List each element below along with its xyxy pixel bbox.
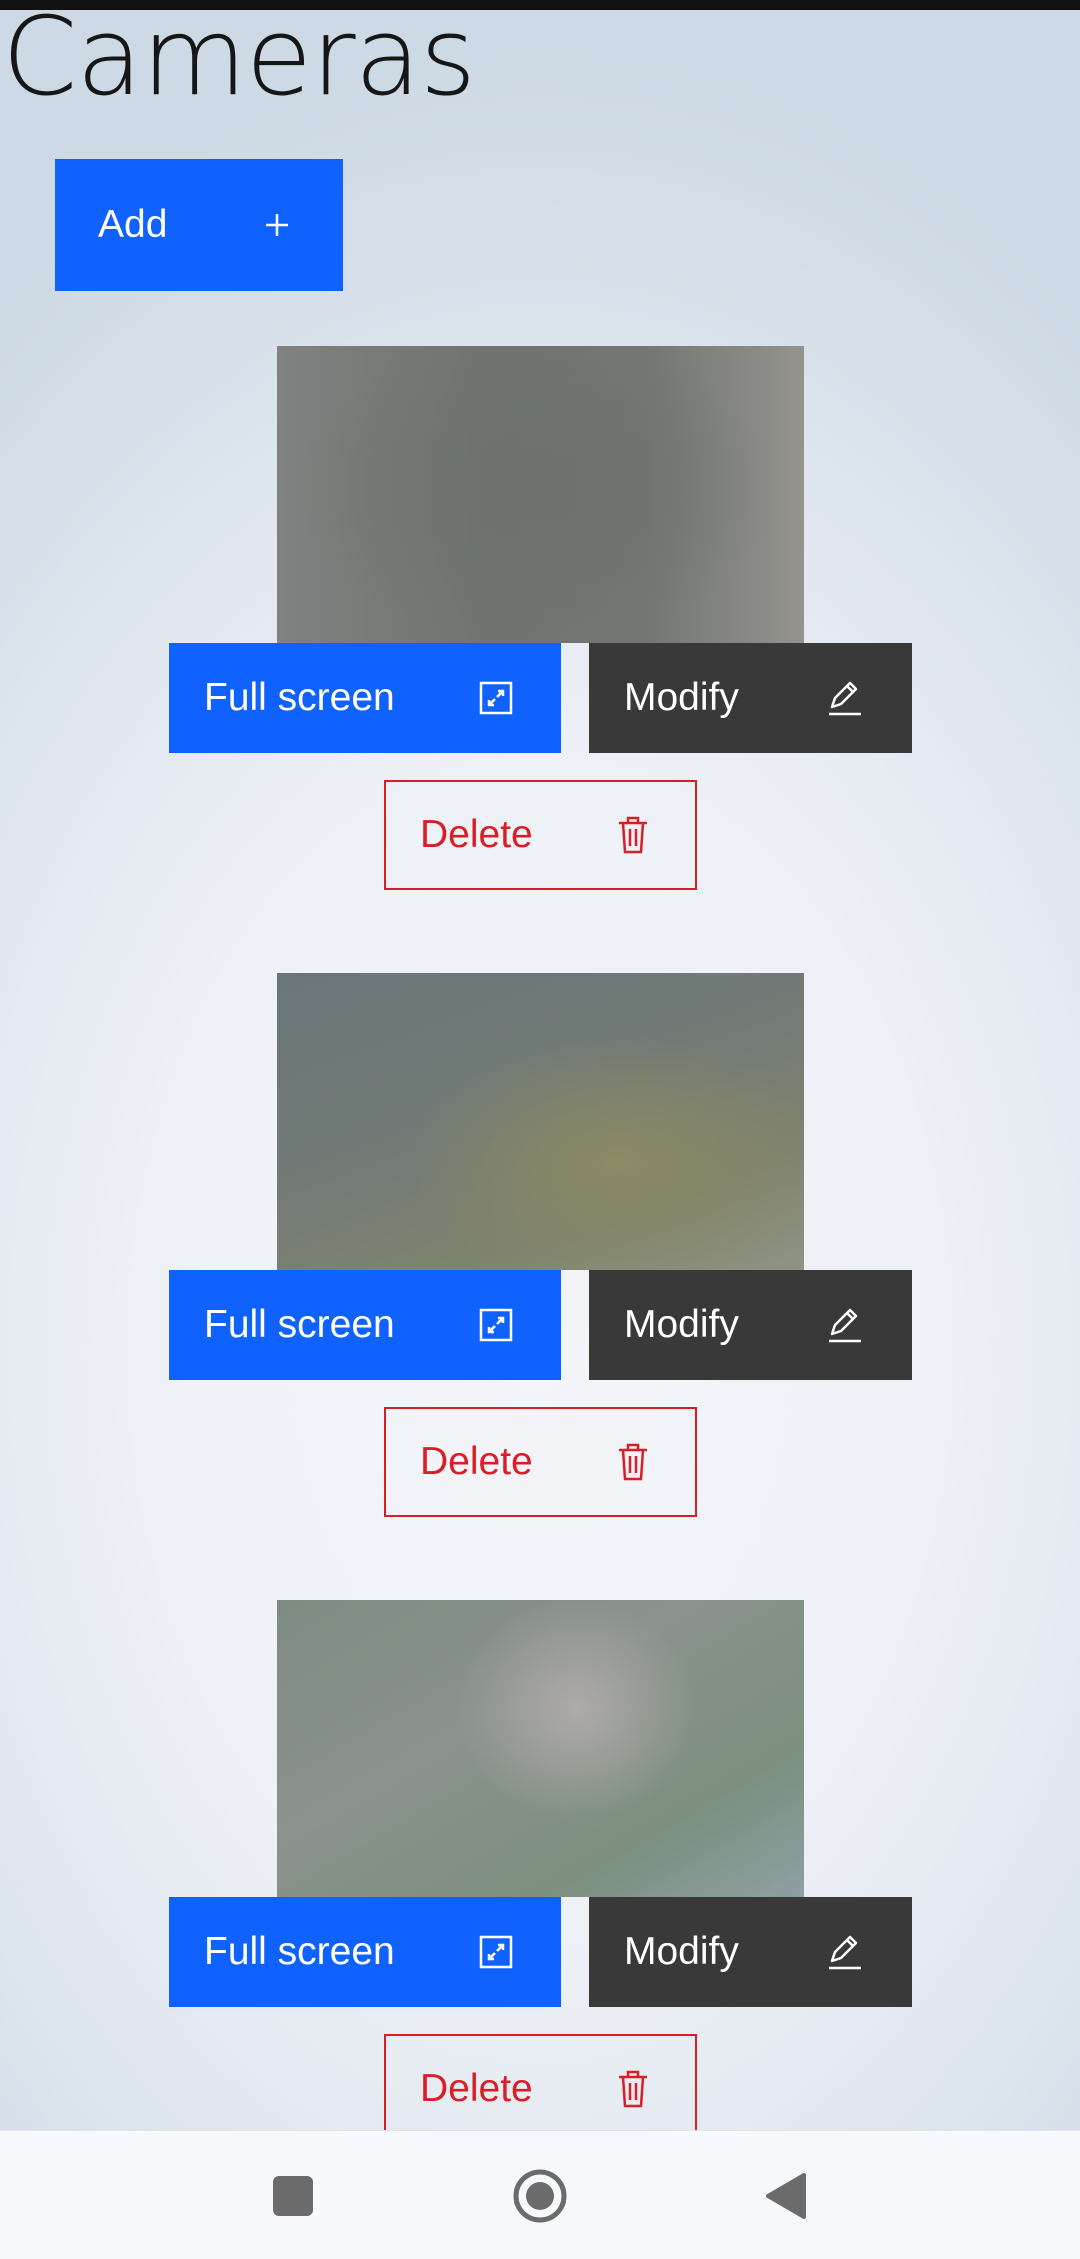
home-circle-icon[interactable] <box>512 2168 568 2224</box>
camera-card: Full screen Modify Delete <box>0 1600 1080 2160</box>
add-camera-button[interactable]: Add <box>55 159 343 291</box>
camera-feed-image[interactable] <box>277 346 804 643</box>
plus-icon <box>263 211 291 239</box>
fullscreen-button-label: Full screen <box>204 1930 395 1973</box>
trash-icon <box>617 816 649 854</box>
back-triangle-icon[interactable] <box>762 2171 812 2221</box>
page-title: Cameras <box>2 0 476 120</box>
system-navigation-bar <box>0 2130 1080 2259</box>
fullscreen-button-label: Full screen <box>204 1303 395 1346</box>
trash-icon <box>617 2070 649 2108</box>
camera-card: Full screen Modify Delete <box>0 346 1080 906</box>
modify-button-label: Modify <box>624 676 739 719</box>
camera-feed-image[interactable] <box>277 973 804 1270</box>
fullscreen-button[interactable]: Full screen <box>169 1897 561 2007</box>
modify-button[interactable]: Modify <box>589 643 912 753</box>
add-button-label: Add <box>98 203 168 246</box>
delete-button[interactable]: Delete <box>384 1407 697 1517</box>
delete-button[interactable]: Delete <box>384 2034 697 2144</box>
camera-feed-image[interactable] <box>277 1600 804 1897</box>
fullscreen-button-label: Full screen <box>204 676 395 719</box>
modify-button[interactable]: Modify <box>589 1897 912 2007</box>
recents-square-icon[interactable] <box>268 2171 318 2221</box>
fullscreen-button[interactable]: Full screen <box>169 1270 561 1380</box>
delete-button-label: Delete <box>420 1440 533 1483</box>
maximize-icon <box>479 681 513 715</box>
maximize-icon <box>479 1935 513 1969</box>
pencil-icon <box>826 679 864 717</box>
delete-button-label: Delete <box>420 2067 533 2110</box>
pencil-icon <box>826 1306 864 1344</box>
delete-button-label: Delete <box>420 813 533 856</box>
delete-button[interactable]: Delete <box>384 780 697 890</box>
trash-icon <box>617 1443 649 1481</box>
modify-button[interactable]: Modify <box>589 1270 912 1380</box>
modify-button-label: Modify <box>624 1303 739 1346</box>
maximize-icon <box>479 1308 513 1342</box>
fullscreen-button[interactable]: Full screen <box>169 643 561 753</box>
modify-button-label: Modify <box>624 1930 739 1973</box>
pencil-icon <box>826 1933 864 1971</box>
camera-card: Full screen Modify Delete <box>0 973 1080 1533</box>
